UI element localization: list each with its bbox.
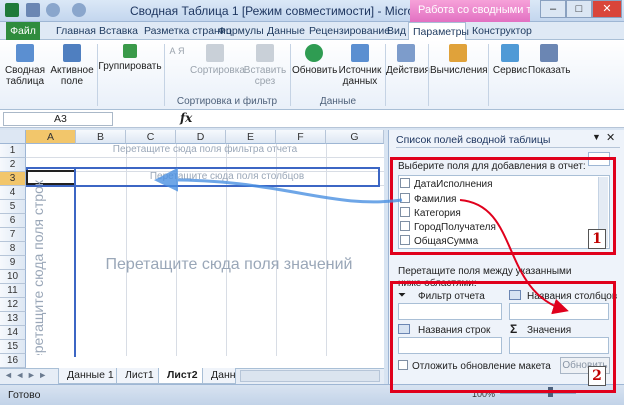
red-drag-arrow bbox=[459, 199, 569, 315]
drag-arrows-overlay bbox=[154, 167, 569, 315]
blue-drag-arrow bbox=[154, 167, 403, 204]
